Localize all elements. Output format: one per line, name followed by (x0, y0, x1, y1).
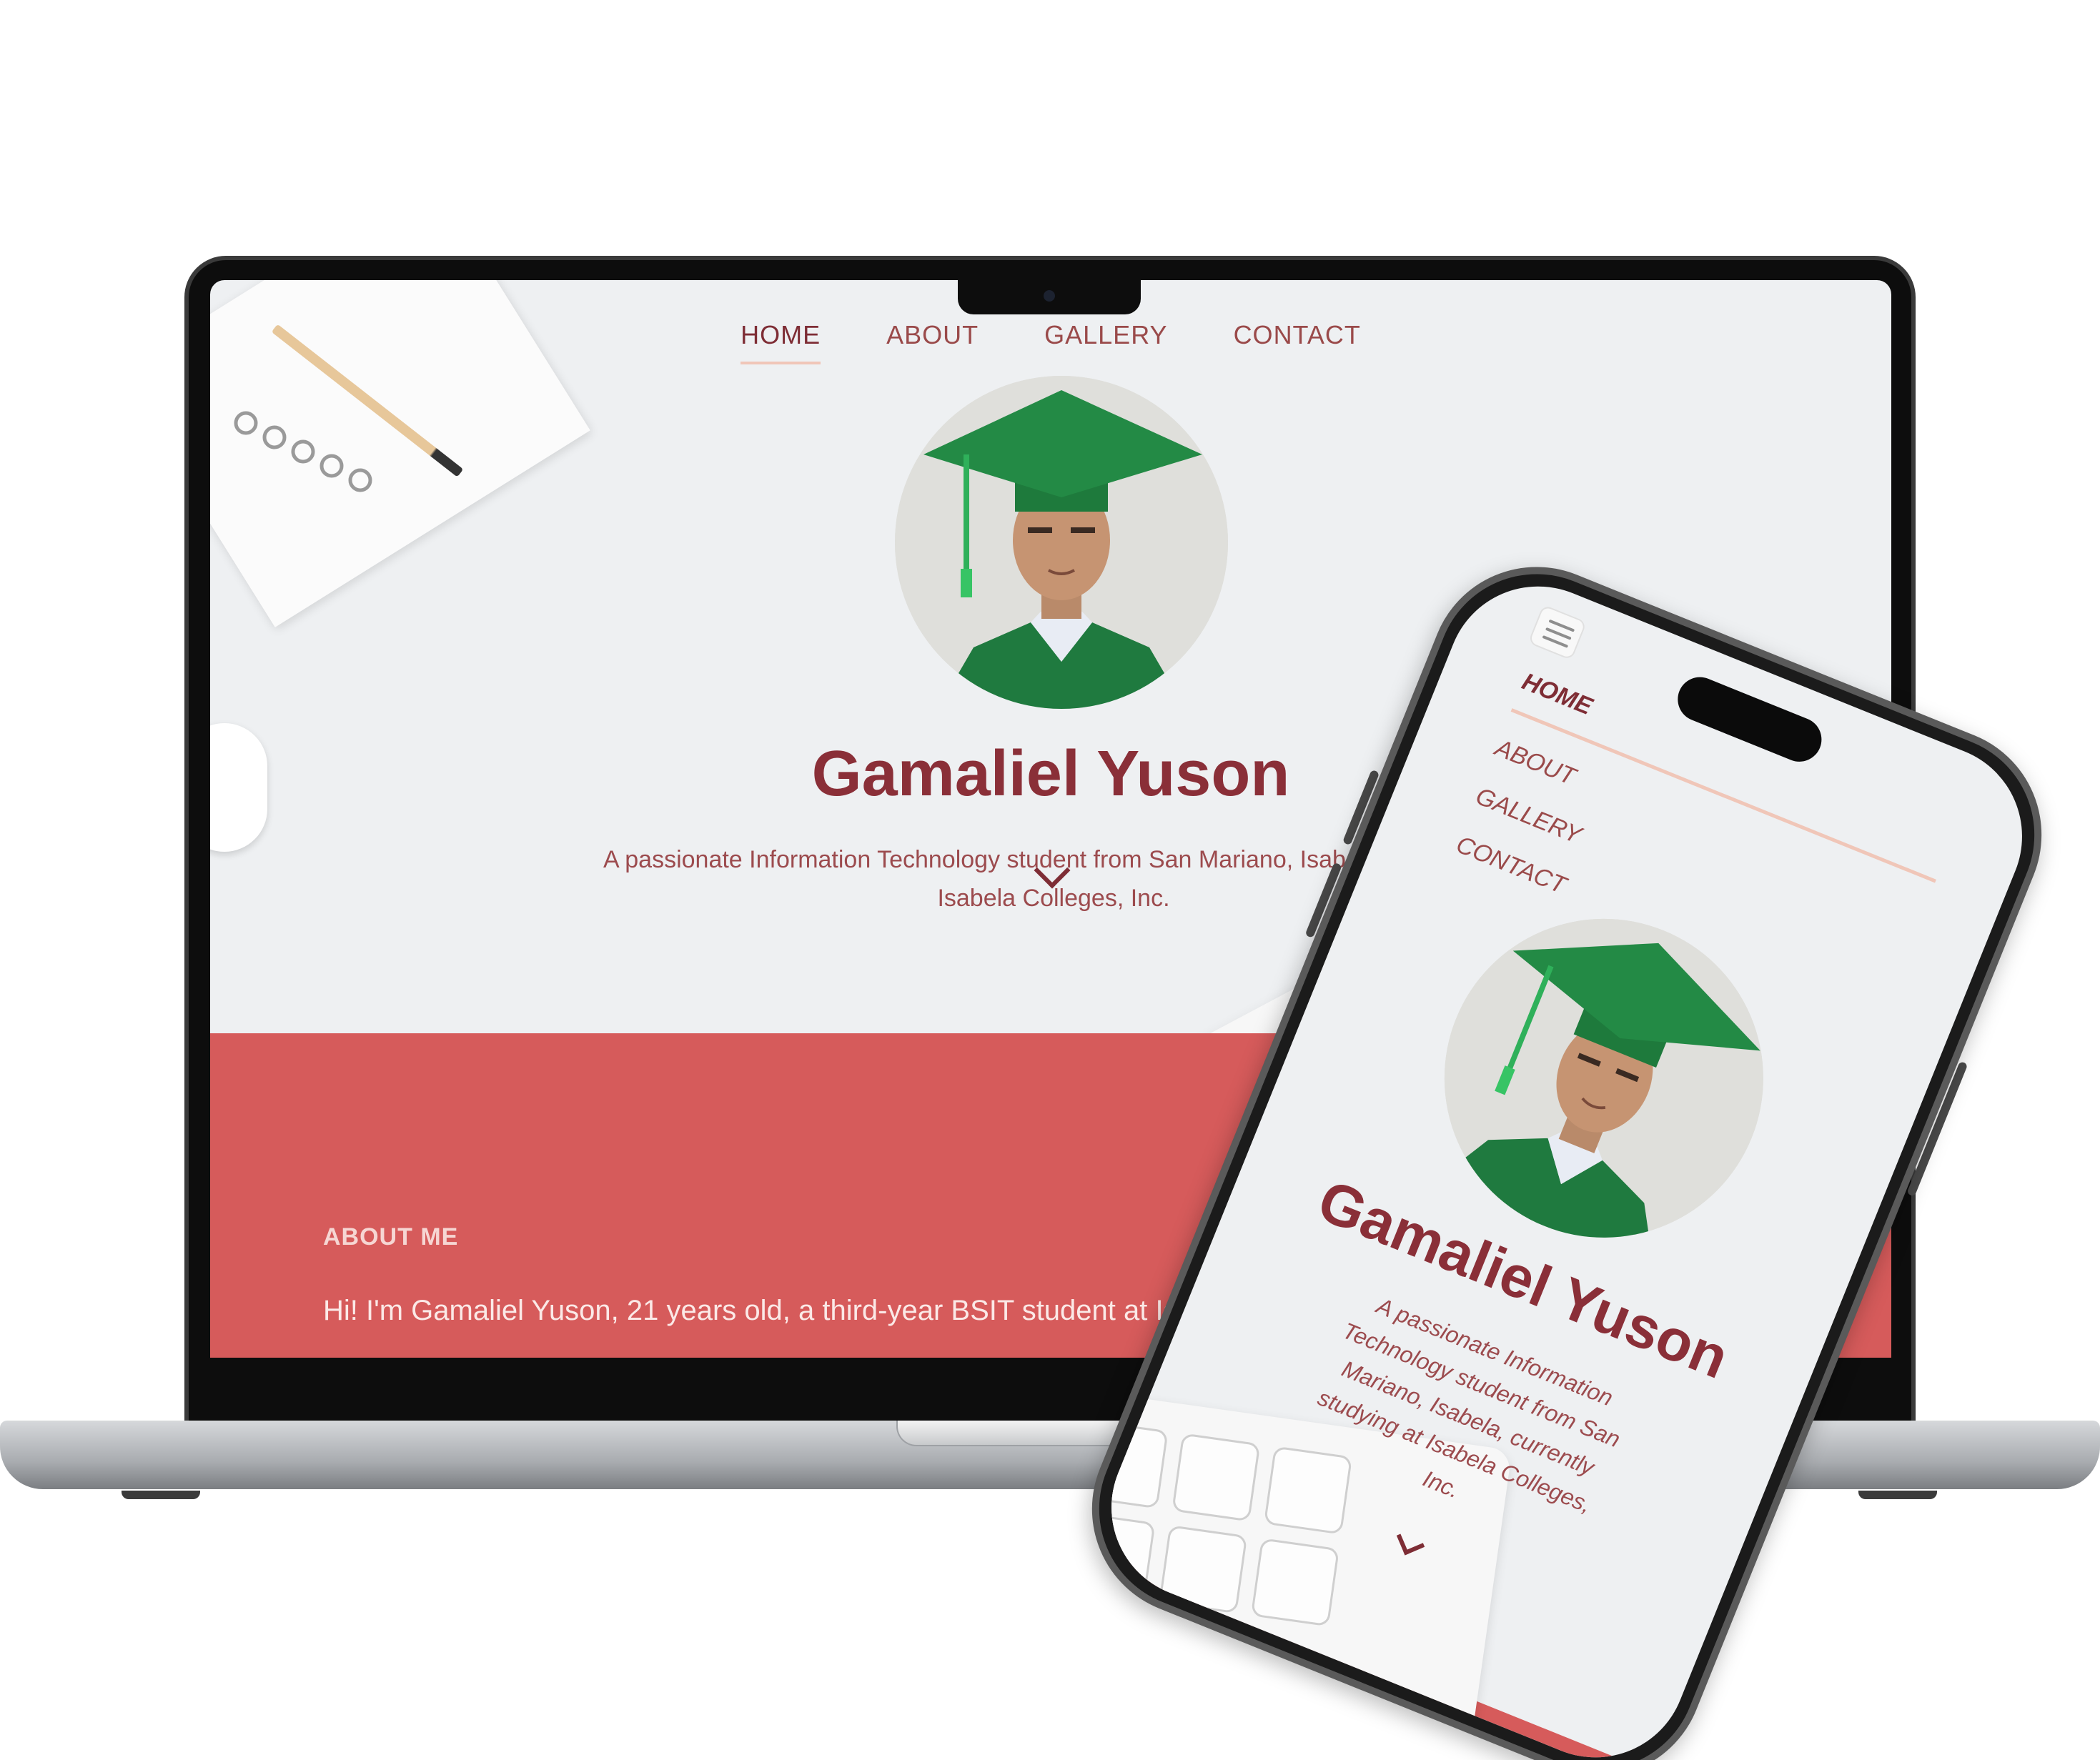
mobile-desc-line: Inc. (1419, 1465, 1464, 1503)
nav-home[interactable]: HOME (741, 320, 821, 364)
camera-icon (1044, 290, 1055, 302)
nav-contact[interactable]: CONTACT (1234, 320, 1361, 364)
profile-photo (895, 376, 1228, 709)
nav-about[interactable]: ABOUT (886, 320, 979, 364)
laptop-foot (1858, 1491, 1937, 1499)
main-nav: HOME ABOUT GALLERY CONTACT (210, 320, 1891, 364)
hero-description-line2: Isabela Colleges, Inc. (937, 885, 1170, 912)
menu-icon[interactable] (1527, 604, 1588, 661)
laptop-notch (958, 280, 1141, 314)
laptop-foot (122, 1491, 200, 1499)
about-heading: ABOUT ME (323, 1223, 459, 1251)
about-text: Hi! I'm Gamaliel Yuson, 21 years old, a … (323, 1295, 1178, 1326)
nav-gallery[interactable]: GALLERY (1044, 320, 1167, 364)
spiral-rings-decoration (234, 411, 372, 492)
graduate-portrait (895, 376, 1228, 709)
